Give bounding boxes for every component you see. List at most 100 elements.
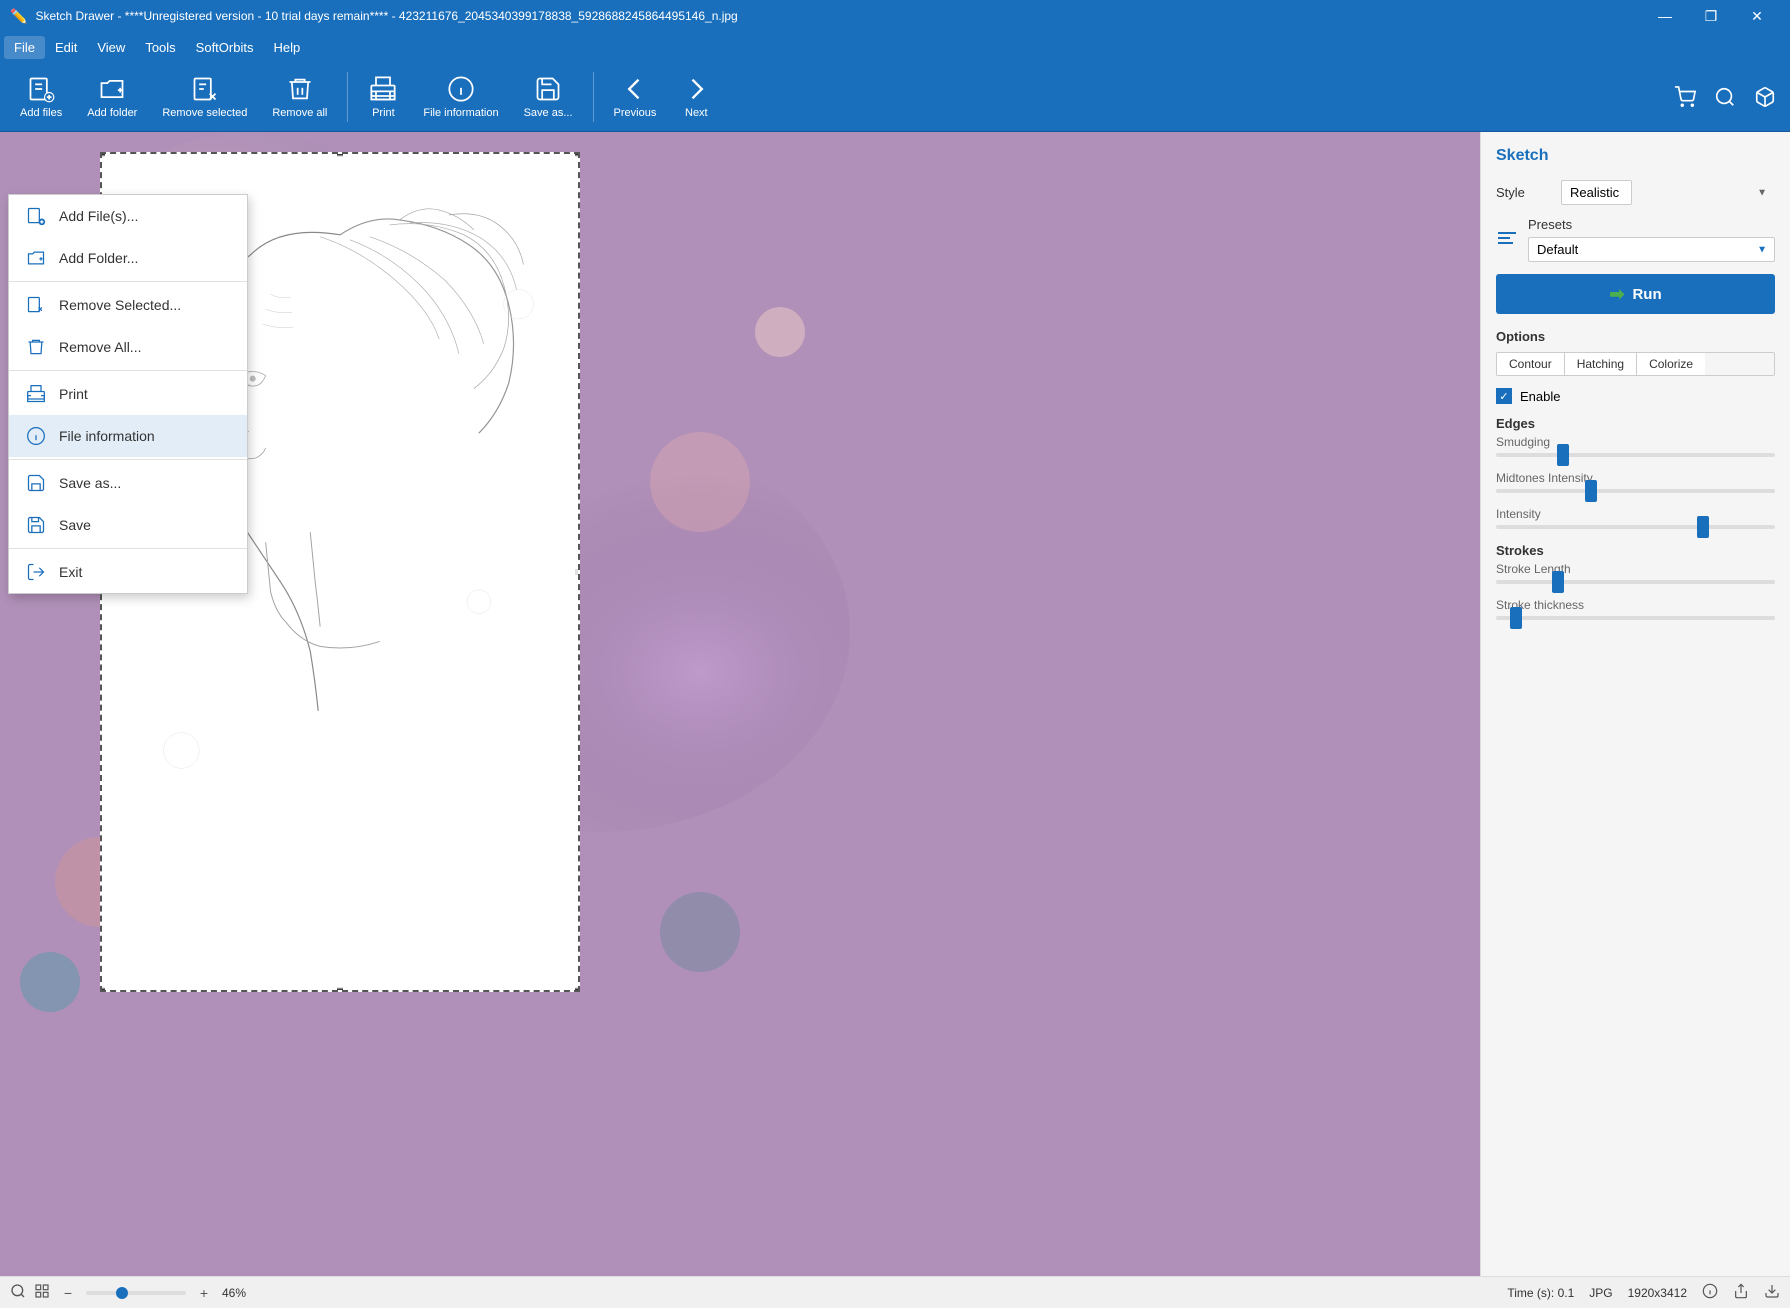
run-button[interactable]: ➡ Run (1496, 274, 1775, 314)
status-download-icon[interactable] (1764, 1283, 1780, 1302)
add-files-menu-label: Add File(s)... (59, 208, 138, 224)
intensity-thumb[interactable] (1697, 516, 1709, 538)
toolbar-print[interactable]: Print (358, 70, 408, 124)
remove-selected-label: Remove selected (162, 107, 247, 119)
menu-remove-all-item[interactable]: Remove All... (9, 326, 247, 368)
midtones-thumb[interactable] (1585, 480, 1597, 502)
file-format: JPG (1589, 1286, 1612, 1300)
save-as-icon (534, 75, 562, 103)
menu-separator-3 (9, 459, 247, 460)
menu-file-info-item[interactable]: File information (9, 415, 247, 457)
add-files-label: Add files (20, 107, 62, 119)
status-share-icon[interactable] (1733, 1283, 1749, 1302)
tab-colorize[interactable]: Colorize (1637, 353, 1705, 375)
menu-tools[interactable]: Tools (135, 36, 185, 59)
smudging-label: Smudging (1496, 435, 1775, 449)
status-info-icon[interactable] (1702, 1283, 1718, 1302)
stroke-thickness-slider[interactable] (1496, 616, 1775, 620)
close-button[interactable]: ✕ (1734, 0, 1780, 32)
menu-add-files-item[interactable]: Add File(s)... (9, 195, 247, 237)
stroke-length-thumb[interactable] (1552, 571, 1564, 593)
menu-exit-item[interactable]: Exit (9, 551, 247, 593)
midtones-slider[interactable] (1496, 489, 1775, 493)
menu-save-item[interactable]: Save (9, 504, 247, 546)
run-arrow-icon: ➡ (1609, 284, 1624, 305)
remove-all-icon (286, 75, 314, 103)
cart-icon[interactable] (1670, 82, 1700, 112)
smudging-slider[interactable] (1496, 453, 1775, 457)
file-info-label: File information (423, 107, 498, 119)
tab-contour[interactable]: Contour (1497, 353, 1565, 375)
status-left: − + 46% (10, 1283, 246, 1303)
menu-softorbits[interactable]: SoftOrbits (186, 36, 264, 59)
cube-icon[interactable] (1750, 82, 1780, 112)
toolbar-add-files[interactable]: Add files (10, 70, 72, 124)
next-label: Next (685, 107, 708, 119)
stroke-thickness-label: Stroke thickness (1496, 598, 1775, 612)
toolbar-next[interactable]: Next (671, 70, 721, 124)
menu-edit[interactable]: Edit (45, 36, 87, 59)
stroke-length-slider[interactable] (1496, 580, 1775, 584)
presets-select[interactable]: Default Soft Hard (1528, 237, 1775, 262)
stroke-length-slider-row: Stroke Length (1496, 562, 1775, 584)
title-bar-text: Sketch Drawer - ****Unregistered version… (35, 9, 737, 23)
smudging-thumb[interactable] (1557, 444, 1569, 466)
print-label: Print (372, 107, 395, 119)
toolbar-add-folder[interactable]: Add folder (77, 70, 147, 124)
zoom-slider[interactable] (86, 1291, 186, 1295)
enable-label: Enable (1520, 389, 1560, 404)
strokes-title: Strokes (1496, 543, 1775, 558)
file-dimensions: 1920x3412 (1628, 1286, 1687, 1300)
menu-file[interactable]: File (4, 36, 45, 59)
toolbar-remove-selected[interactable]: Remove selected (152, 70, 257, 124)
menu-view[interactable]: View (87, 36, 135, 59)
zoom-out-button[interactable]: − (58, 1283, 78, 1303)
toolbar-save-as[interactable]: Save as... (514, 70, 583, 124)
presets-icon-visual (1496, 227, 1518, 252)
menu-help[interactable]: Help (263, 36, 310, 59)
fit-icon (34, 1283, 50, 1302)
tab-hatching[interactable]: Hatching (1565, 353, 1637, 375)
toolbar-file-info[interactable]: File information (413, 70, 508, 124)
zoom-search-icon (10, 1283, 26, 1302)
zoom-in-button[interactable]: + (194, 1283, 214, 1303)
menu-save-as-item[interactable]: Save as... (9, 462, 247, 504)
zoom-thumb[interactable] (116, 1287, 128, 1299)
save-as-menu-label: Save as... (59, 475, 121, 491)
style-label: Style (1496, 185, 1551, 200)
next-icon (682, 75, 710, 103)
exit-menu-icon (25, 561, 47, 583)
panel-title: Sketch (1496, 147, 1775, 165)
file-info-icon (447, 75, 475, 103)
presets-label: Presets (1528, 217, 1775, 232)
style-select-wrapper: Realistic Pencil Charcoal (1561, 180, 1775, 205)
midtones-slider-row: Midtones Intensity (1496, 471, 1775, 493)
maximize-button[interactable]: ❐ (1688, 0, 1734, 32)
print-menu-label: Print (59, 386, 88, 402)
add-folder-icon (98, 75, 126, 103)
canvas-area[interactable]: Add File(s)... Add Folder... (0, 132, 1480, 1276)
smudging-slider-row: Smudging (1496, 435, 1775, 457)
status-right: Time (s): 0.1 JPG 1920x3412 (1507, 1283, 1780, 1302)
menu-remove-selected-item[interactable]: Remove Selected... (9, 284, 247, 326)
menu-print-item[interactable]: Print (9, 373, 247, 415)
intensity-slider[interactable] (1496, 525, 1775, 529)
search-icon[interactable] (1710, 82, 1740, 112)
enable-checkbox[interactable] (1496, 388, 1512, 404)
toolbar-remove-all[interactable]: Remove all (262, 70, 337, 124)
print-icon (369, 75, 397, 103)
menu-separator-2 (9, 370, 247, 371)
minimize-button[interactable]: — (1642, 0, 1688, 32)
file-info-menu-label: File information (59, 428, 155, 444)
style-select[interactable]: Realistic Pencil Charcoal (1561, 180, 1632, 205)
save-menu-icon (25, 514, 47, 536)
stroke-thickness-thumb[interactable] (1510, 607, 1522, 629)
toolbar-previous[interactable]: Previous (604, 70, 667, 124)
save-menu-label: Save (59, 517, 91, 533)
menu-add-folder-item[interactable]: Add Folder... (9, 237, 247, 279)
print-menu-icon (25, 383, 47, 405)
save-as-menu-icon (25, 472, 47, 494)
app-icon: ✏️ (10, 8, 27, 25)
midtones-label: Midtones Intensity (1496, 471, 1775, 485)
dropdown-overlay[interactable]: Add File(s)... Add Folder... (0, 132, 1480, 1276)
